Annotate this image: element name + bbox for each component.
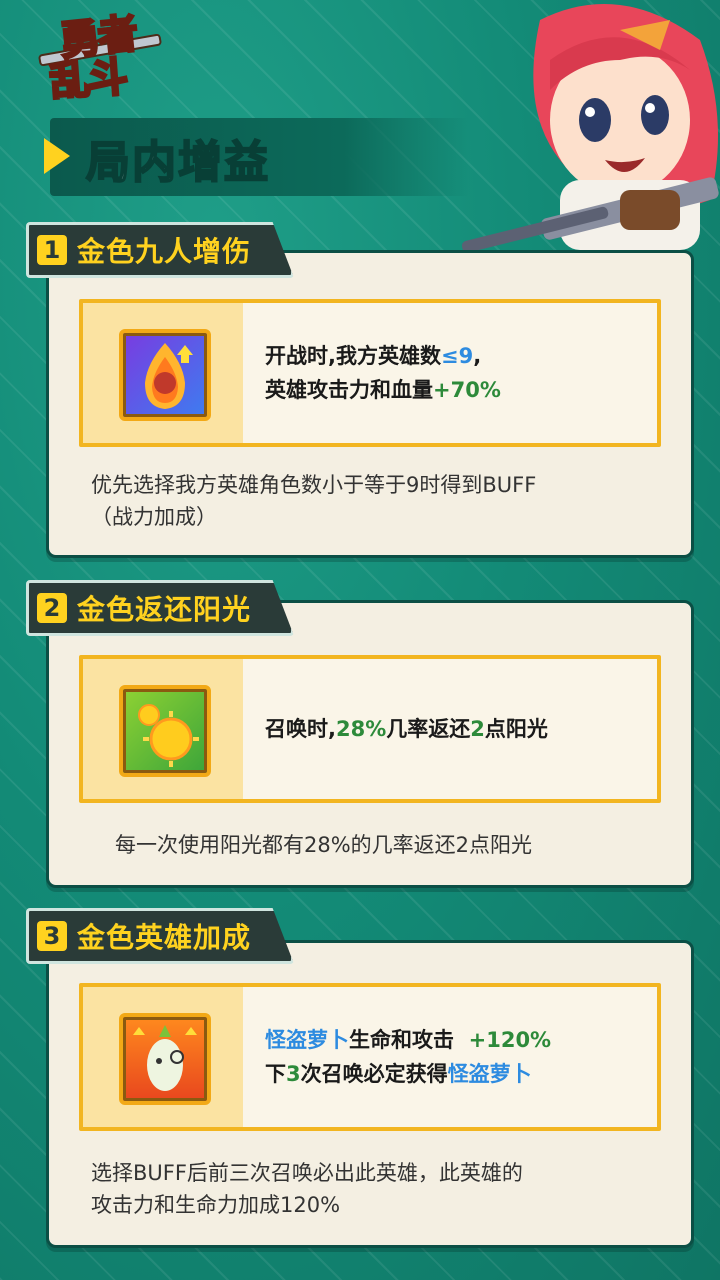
effect-panel: 怪盗萝卜生命和攻击 +120% 下3次召唤必定获得怪盗萝卜 <box>79 983 661 1131</box>
play-arrow-icon <box>44 138 70 174</box>
logo-text-line2: 乱斗 <box>47 53 129 107</box>
hero-character-illustration <box>420 0 720 290</box>
section-header-1: 1 金色九人增伤 <box>26 222 295 278</box>
section-number: 3 <box>37 921 67 951</box>
buff-description: 每一次使用阳光都有28%的几率返还2点阳光 <box>115 833 533 857</box>
buff-description: 选择BUFF后前三次召唤必出此英雄，此英雄的 攻击力和生命力加成120% <box>91 1161 523 1217</box>
section-number: 2 <box>37 593 67 623</box>
effect-text: 开战时,我方英雄数≤9, 英雄攻击力和血量+70% <box>265 344 501 402</box>
buff-card-3[interactable]: 怪盗萝卜生命和攻击 +120% 下3次召唤必定获得怪盗萝卜 选择BUFF后前三次… <box>46 940 694 1248</box>
effect-text: 怪盗萝卜生命和攻击 +120% 下3次召唤必定获得怪盗萝卜 <box>265 1028 552 1086</box>
section-title: 金色九人增伤 <box>77 235 252 268</box>
logo-text-line1: 勇者 <box>56 10 139 67</box>
section-number: 1 <box>37 235 67 265</box>
buff-card-1[interactable]: 开战时,我方英雄数≤9, 英雄攻击力和血量+70% 优先选择我方英雄角色数小于等… <box>46 250 694 558</box>
section-title: 金色返还阳光 <box>77 593 252 626</box>
effect-panel: 开战时,我方英雄数≤9, 英雄攻击力和血量+70% <box>79 299 661 447</box>
buff-description: 优先选择我方英雄角色数小于等于9时得到BUFF （战力加成） <box>91 473 537 529</box>
section-title: 金色英雄加成 <box>77 921 252 954</box>
sun-icon <box>119 685 211 777</box>
buff-card-2[interactable]: 召唤时,28%几率返还2点阳光 每一次使用阳光都有28%的几率返还2点阳光 <box>46 600 694 888</box>
fire-spirit-icon <box>119 329 211 421</box>
section-header-2: 2 金色返还阳光 <box>26 580 295 636</box>
page-title: 局内增益 <box>85 136 270 189</box>
effect-panel: 召唤时,28%几率返还2点阳光 <box>79 655 661 803</box>
game-logo: 勇者 乱斗 <box>37 10 168 107</box>
section-header-3: 3 金色英雄加成 <box>26 908 295 964</box>
radish-thief-icon <box>119 1013 211 1105</box>
effect-text: 召唤时,28%几率返还2点阳光 <box>265 717 548 741</box>
